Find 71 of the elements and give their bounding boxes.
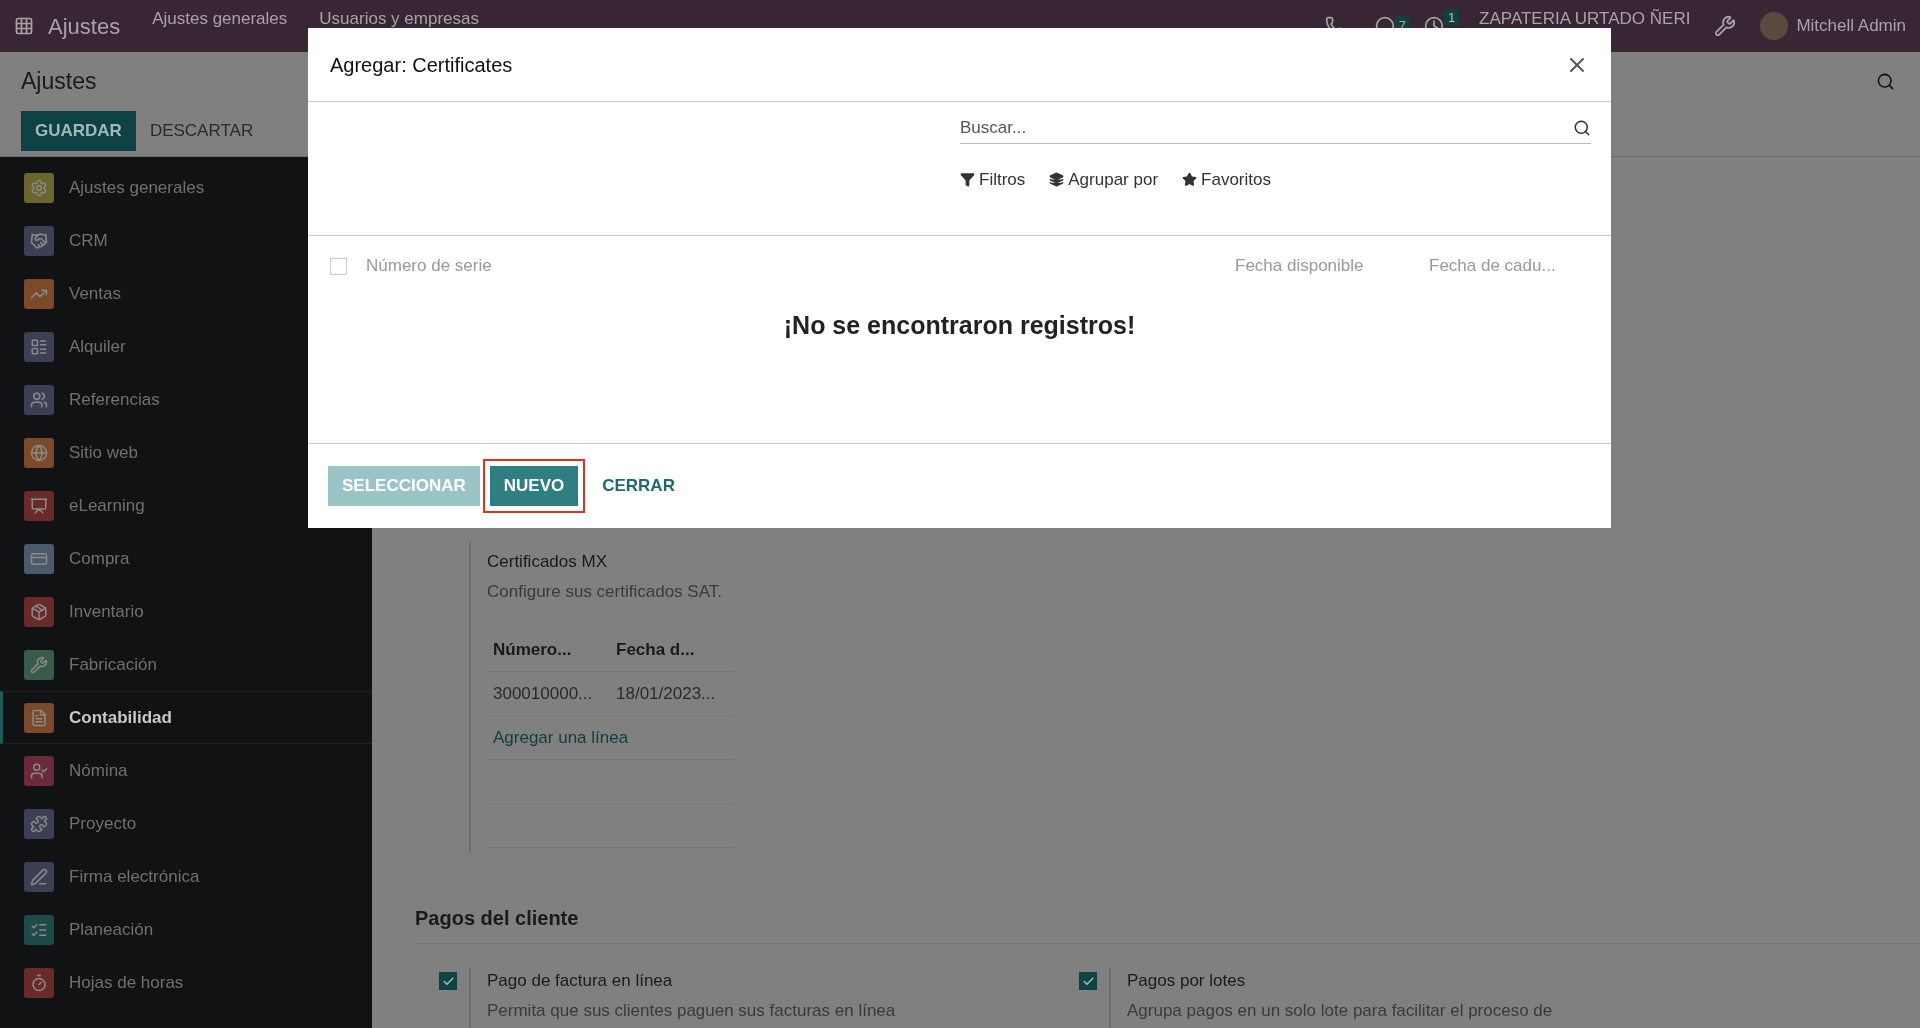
handshake-icon <box>24 225 54 256</box>
column-header[interactable]: Fecha disponible <box>1235 253 1429 279</box>
checkbox[interactable] <box>1079 972 1097 990</box>
filter-button[interactable]: Favoritos <box>1182 167 1271 193</box>
setting-title: Pago de factura en línea <box>487 970 674 992</box>
check-icon <box>1081 974 1095 988</box>
discard-button[interactable]: DESCARTAR <box>143 110 260 151</box>
sidebar-item[interactable]: Compra <box>0 532 372 585</box>
section-description: Configure sus certificados SAT. <box>487 580 723 603</box>
user-name[interactable]: Mitchell Admin <box>1796 13 1906 39</box>
section-title: Certificados MX <box>487 551 608 573</box>
search-icon[interactable] <box>1573 118 1591 137</box>
app-title: Ajustes <box>48 12 121 41</box>
document-icon <box>24 702 54 733</box>
apps-menu-icon[interactable] <box>14 16 34 36</box>
sidebar-item[interactable]: Contabilidad <box>0 691 372 744</box>
add-line-link[interactable]: Agregar una línea <box>487 724 635 751</box>
sidebar-item[interactable]: Fabricación <box>0 638 372 691</box>
globe-icon <box>24 437 54 468</box>
sidebar-item[interactable]: Nómina <box>0 744 372 797</box>
gear-icon <box>24 172 54 203</box>
sidebar-item[interactable]: Planeación <box>0 903 372 956</box>
pen-icon <box>24 861 54 892</box>
company-name[interactable]: ZAPATERIA URTADO ÑERI <box>1479 10 1691 28</box>
layers-icon <box>1049 172 1065 188</box>
menu-item[interactable]: Ajustes generales <box>152 10 288 28</box>
checkbox[interactable] <box>439 972 457 990</box>
filter-button[interactable]: Filtros <box>960 167 1026 193</box>
filter-button[interactable]: Agrupar por <box>1049 167 1159 193</box>
page-title: Ajustes <box>21 67 97 96</box>
table-cell-text: 18/01/2023... <box>615 682 717 705</box>
sidebar-item[interactable]: Hojas de horas <box>0 956 372 1009</box>
dialog-title: Agregar: Certificates <box>330 52 514 78</box>
column-header[interactable]: Fecha de cadu... <box>1429 253 1589 279</box>
activity-count: 1 <box>1443 9 1460 25</box>
people-icon <box>24 384 54 415</box>
check-icon <box>441 974 455 988</box>
wrench-icon <box>24 649 54 680</box>
puzzle-icon <box>24 808 54 839</box>
sidebar-item[interactable]: Ajustes generales <box>0 161 372 214</box>
user-icon <box>24 755 54 786</box>
sidebar-item[interactable]: Alquiler <box>0 320 372 373</box>
select-all-checkbox[interactable] <box>330 257 347 275</box>
sidebar-item[interactable]: Inventario <box>0 585 372 638</box>
stopwatch-icon <box>24 967 54 998</box>
avatar-icon <box>1760 12 1789 40</box>
table-cell-text: 300010000... <box>492 682 594 705</box>
setting-description: Agrupa pagos en un solo lote para facilitar el proceso de <box>1127 999 1553 1022</box>
setting-title: Pagos por lotes <box>1127 970 1247 992</box>
list-icon <box>24 914 54 945</box>
empty-message: ¡No se encontraron registros! <box>783 310 1136 341</box>
sidebar-item[interactable]: Referencias <box>0 373 372 426</box>
tools-icon[interactable] <box>1714 15 1737 37</box>
filter-icon <box>960 172 975 188</box>
save-button[interactable]: GUARDAR <box>21 110 136 151</box>
chart-icon <box>24 278 54 309</box>
column-header[interactable]: Número de serie <box>366 253 1235 279</box>
star-icon <box>1182 172 1198 188</box>
setting-description: Permita que sus clientes paguen sus facturas en línea <box>487 999 896 1022</box>
card-icon <box>24 543 54 574</box>
menu-item[interactable]: Usuarios y empresas <box>319 10 479 28</box>
search-field[interactable]: Buscar... <box>960 114 1573 141</box>
section-heading: Pagos del cliente <box>415 903 1920 944</box>
list-icon <box>24 331 54 362</box>
box-icon <box>24 596 54 627</box>
sidebar-item[interactable]: Proyecto <box>0 797 372 850</box>
column-header: Número... <box>492 638 573 661</box>
presentation-icon <box>24 490 54 521</box>
dialog-button[interactable]: NUEVO <box>489 466 579 506</box>
sidebar-item[interactable]: Firma electrónica <box>0 850 372 903</box>
column-header: Fecha d... <box>615 638 696 661</box>
